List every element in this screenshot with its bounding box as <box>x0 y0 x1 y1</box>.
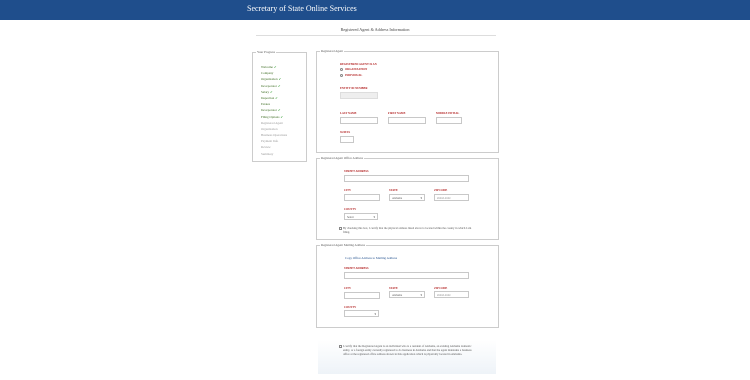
progress-step-label: Filing Options <box>261 114 280 119</box>
office-street-input[interactable] <box>344 175 469 182</box>
progress-step-label: Organization <box>261 77 278 82</box>
chevron-down-icon: ▾ <box>374 312 376 316</box>
checkmark-icon: ✔ <box>273 65 277 69</box>
first-name-label: FIRST NAME <box>388 112 406 115</box>
mailing-city-label: CITY <box>344 287 351 290</box>
progress-step-label: Estates <box>261 102 271 107</box>
office-state-select[interactable]: Alabama ▾ <box>389 194 425 201</box>
mailing-state-select[interactable]: Alabama ▾ <box>389 291 425 298</box>
progress-step-label: Inspection <box>261 95 275 100</box>
progress-step-label: Organization <box>261 126 278 131</box>
progress-step-label: Salary <box>261 89 270 94</box>
section-legend: Registered Agent Office Address <box>321 156 363 160</box>
checkmark-icon: ✔ <box>277 83 281 88</box>
entity-id-label: ENTITY ID NUMBER <box>340 87 368 90</box>
progress-step-label: Incorporator <box>261 83 277 88</box>
mailing-state-label: STATE <box>389 287 398 290</box>
divider <box>256 35 496 36</box>
mailing-city-input[interactable] <box>344 292 380 299</box>
middle-initial-input[interactable] <box>436 117 462 124</box>
entity-id-input[interactable] <box>340 92 378 99</box>
section-legend: Registered Agent Mailing Address <box>321 243 365 247</box>
individual-radio-label: INDIVIDUAL <box>345 73 363 77</box>
office-state-value: Alabama <box>392 197 403 200</box>
progress-step-label: Welcome <box>261 65 273 69</box>
mailing-zip-input[interactable]: #####-#### <box>434 291 469 298</box>
last-name-input[interactable] <box>340 117 378 124</box>
header-bar: Secretary of State Online Services <box>0 0 750 20</box>
progress-step-label: Registered Agent <box>261 120 284 125</box>
progress-step-label: Business Operations <box>261 133 288 138</box>
mailing-county-label: COUNTY <box>344 306 357 309</box>
chevron-down-icon: ▾ <box>420 293 422 297</box>
office-street-label: STREET ADDRESS <box>344 170 369 173</box>
mailing-street-input[interactable] <box>344 272 469 279</box>
agent-type-label: REGISTERED AGENT IS AN <box>340 63 377 66</box>
individual-radio[interactable] <box>340 73 343 77</box>
agent-certify-text: I certify that the Registered Agent is a… <box>343 344 472 357</box>
office-city-label: CITY <box>344 189 351 192</box>
progress-step-label: Company <box>261 71 274 76</box>
progress-list: Welcome✔ Company Organization✔ Incorporator… <box>261 64 287 157</box>
progress-step-label: Summary <box>261 151 274 156</box>
organization-radio[interactable] <box>340 67 343 71</box>
middle-initial-label: MIDDLE INITIAL <box>436 112 460 115</box>
copy-office-address-link[interactable]: Copy Office Address to Mailing Address <box>345 256 397 260</box>
office-state-label: STATE <box>389 189 398 192</box>
progress-step-label: Review <box>261 145 271 150</box>
chevron-down-icon: ▾ <box>420 196 422 200</box>
mailing-county-select[interactable]: ▾ <box>344 310 379 317</box>
section-legend: Registered Agent <box>321 49 344 53</box>
mailing-street-label: STREET ADDRESS <box>344 267 369 270</box>
suffix-input[interactable] <box>340 136 354 143</box>
progress-step-label: Incorporator <box>261 108 277 113</box>
checkmark-icon: ✔ <box>280 114 284 119</box>
checkmark-icon: ✔ <box>278 77 282 82</box>
checkmark-icon: ✔ <box>277 108 281 113</box>
progress-step-label: Payment Info <box>261 139 279 144</box>
suffix-label: SUFFIX <box>340 131 351 134</box>
agent-certify-checkbox[interactable] <box>339 345 342 348</box>
first-name-input[interactable] <box>388 117 426 124</box>
checkmark-icon: ✔ <box>275 95 278 100</box>
office-zip-input[interactable]: #####-#### <box>434 194 469 201</box>
office-city-input[interactable] <box>344 194 380 201</box>
progress-step[interactable]: Summary <box>261 151 287 157</box>
checkmark-icon: ✔ <box>270 89 273 94</box>
mailing-zip-label: ZIP CODE <box>434 287 448 290</box>
county-certify-text: By checking this box, I certify that the… <box>343 225 472 234</box>
organization-radio-label: ORGANIZATION <box>345 67 368 71</box>
last-name-label: LAST NAME <box>340 112 357 115</box>
progress-legend: Your Progress <box>257 50 276 54</box>
county-certify-checkbox[interactable] <box>339 226 342 230</box>
progress-panel: Your Progress Welcome✔ Company Organizatio… <box>252 50 307 162</box>
office-county-value: Select <box>347 216 354 219</box>
mailing-state-value: Alabama <box>392 294 403 297</box>
site-title: Secretary of State Online Services <box>247 4 357 13</box>
office-county-label: COUNTY <box>344 208 357 211</box>
chevron-down-icon: ▾ <box>373 215 375 219</box>
office-zip-label: ZIP CODE <box>434 189 448 192</box>
page-subtitle: Registered Agent & Address Information <box>340 27 410 32</box>
office-county-select[interactable]: Select ▾ <box>344 213 378 220</box>
